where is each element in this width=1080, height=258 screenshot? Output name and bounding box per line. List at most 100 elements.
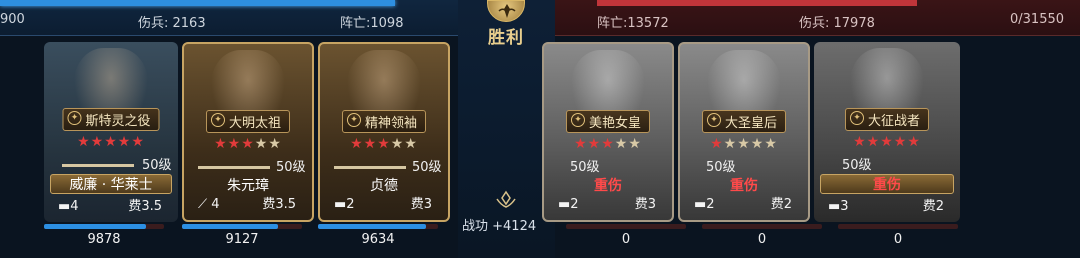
star-icon: ★ [574,136,588,152]
star-icon: ★ [104,134,118,150]
merit-value: 战功 +4124 [462,219,537,234]
hero-stats-row: ▬2 费3 [550,194,666,216]
star-rating: ★★★★★ [214,136,282,152]
hero-title-tag: ✦ 美艳女皇 [565,110,651,133]
troop-bar-fill [318,224,426,229]
star-icon: ★ [77,134,91,150]
level-underline [198,166,270,169]
hero-cost: 费3 [410,197,432,212]
troop-bar-track [182,224,302,229]
hero-card-left-3[interactable]: ✦ 精神领袖 ★★★★★ 50级 贞德 ▬2 费3 [318,42,450,222]
hero-stats-row: ▬3 费2 [820,196,954,218]
tank-icon: ▬ [694,197,707,212]
star-icon: ★ [614,136,629,152]
troop-bar-track [702,224,822,229]
right-troops-count: 0/31550 [1010,12,1065,27]
star-icon: ★ [90,134,105,150]
right-killed-count: 阵亡:13572 [597,16,669,31]
star-icon: ★ [723,136,738,152]
hero-card-left-2[interactable]: ✦ 大明太祖 ★★★★★ 50级 朱元璋 ⟋ 4 费3.5 [182,42,314,222]
merit-icon [496,190,516,208]
star-icon: ★ [601,136,615,152]
star-icon: ★ [587,136,602,152]
troop-bar-track [838,224,958,229]
right-wounded-count: 伤兵: 17978 [799,16,875,31]
troop-bar-fill [44,224,146,229]
star-icon: ★ [628,136,642,152]
hero-name: 威廉 · 华莱士 [50,174,172,194]
star-icon: ★ [737,136,751,152]
hero-card-right-1[interactable]: ✦ 美艳女皇 ★★★★★ 50级 重伤 ▬2 费3 [542,42,674,222]
star-icon: ★ [254,136,269,152]
star-icon: ★ [227,136,242,152]
hero-badge-icon: ✦ [67,111,82,125]
unit-type: ▬4 [58,199,79,214]
star-icon: ★ [390,136,405,152]
star-icon: ★ [907,134,921,150]
left-army-stats-bar: 900 伤兵: 2163 阵亡:1098 [0,0,458,36]
hero-card-right-3[interactable]: ✦ 大征战者 ★★★★★ 50级 重伤 ▬3 费2 [814,42,960,222]
hero-title-tag: ✦ 斯特灵之役 [62,108,160,131]
hero-name: 重伤 [594,178,622,194]
tank-icon: ▬ [58,199,71,214]
hero-title-tag: ✦ 精神领袖 [341,110,427,133]
hero-stats-row: ⟋ 4 费3.5 [190,194,306,216]
troop-bar-track [318,224,438,229]
battle-result-label: 胜利 [488,28,524,48]
left-killed-count: 阵亡:1098 [340,16,404,31]
hero-title-tag: ✦ 大征战者 [844,108,930,131]
star-rating: ★★★★★ [350,136,418,152]
hero-name: 贞德 [370,178,398,194]
star-icon: ★ [750,136,765,152]
star-icon: ★ [377,136,391,152]
troop-bar-track [566,224,686,229]
unit-type: ▬2 [334,197,355,212]
troop-count: 0 [893,232,903,247]
level-underline [334,166,406,169]
star-icon: ★ [363,136,378,152]
hero-level: 50级 [706,160,736,175]
hero-title-tag: ✦ 大明太祖 [205,110,291,133]
hero-level: 50级 [570,160,600,175]
hero-name: 重伤 [820,174,954,194]
hero-stats-row: ▬2 费3 [326,194,442,216]
star-icon: ★ [880,134,894,150]
unit-type: ▬2 [694,197,715,212]
hero-cost: 费2 [922,199,944,214]
tank-icon: ▬ [558,197,571,212]
hero-name: 朱元璋 [227,178,269,194]
troop-count: 0 [621,232,631,247]
star-icon: ★ [893,134,908,150]
hero-title-tag: ✦ 大圣皇后 [701,110,787,133]
left-army-hp-bar [0,0,395,6]
hero-badge-icon: ✦ [210,113,225,127]
unit-type: ▬2 [558,197,579,212]
hero-badge-icon: ✦ [849,111,864,125]
star-icon: ★ [764,136,778,152]
hero-card-right-2[interactable]: ✦ 大圣皇后 ★★★★★ 50级 重伤 ▬2 费2 [678,42,810,222]
hero-level: 50级 [142,158,172,173]
hero-badge-icon: ✦ [706,113,721,127]
hero-cost: 费3.5 [128,199,162,214]
star-icon: ★ [710,136,724,152]
troop-count: 9634 [361,232,395,247]
hero-card-left-1[interactable]: ✦ 斯特灵之役 ★★★★★ 50级 威廉 · 华莱士 ▬4 费3.5 [44,42,178,222]
hero-cost: 费2 [770,197,792,212]
hero-stats-row: ▬2 费2 [686,194,802,216]
star-icon: ★ [404,136,418,152]
star-rating: ★★★★★ [77,134,145,150]
hero-badge-icon: ✦ [570,113,585,127]
hero-badge-icon: ✦ [346,113,361,127]
unit-type: ⟋ 4 [198,197,220,212]
star-icon: ★ [214,136,228,152]
tank-icon: ▬ [828,199,841,214]
star-icon: ★ [117,134,132,150]
star-icon: ★ [268,136,282,152]
troop-count: 9878 [87,232,121,247]
troop-bar-fill [182,224,278,229]
star-icon: ★ [241,136,255,152]
hero-cost: 费3.5 [262,197,296,212]
star-icon: ★ [350,136,364,152]
star-rating: ★★★★★ [710,136,778,152]
left-troops-count: 900 [0,12,25,27]
